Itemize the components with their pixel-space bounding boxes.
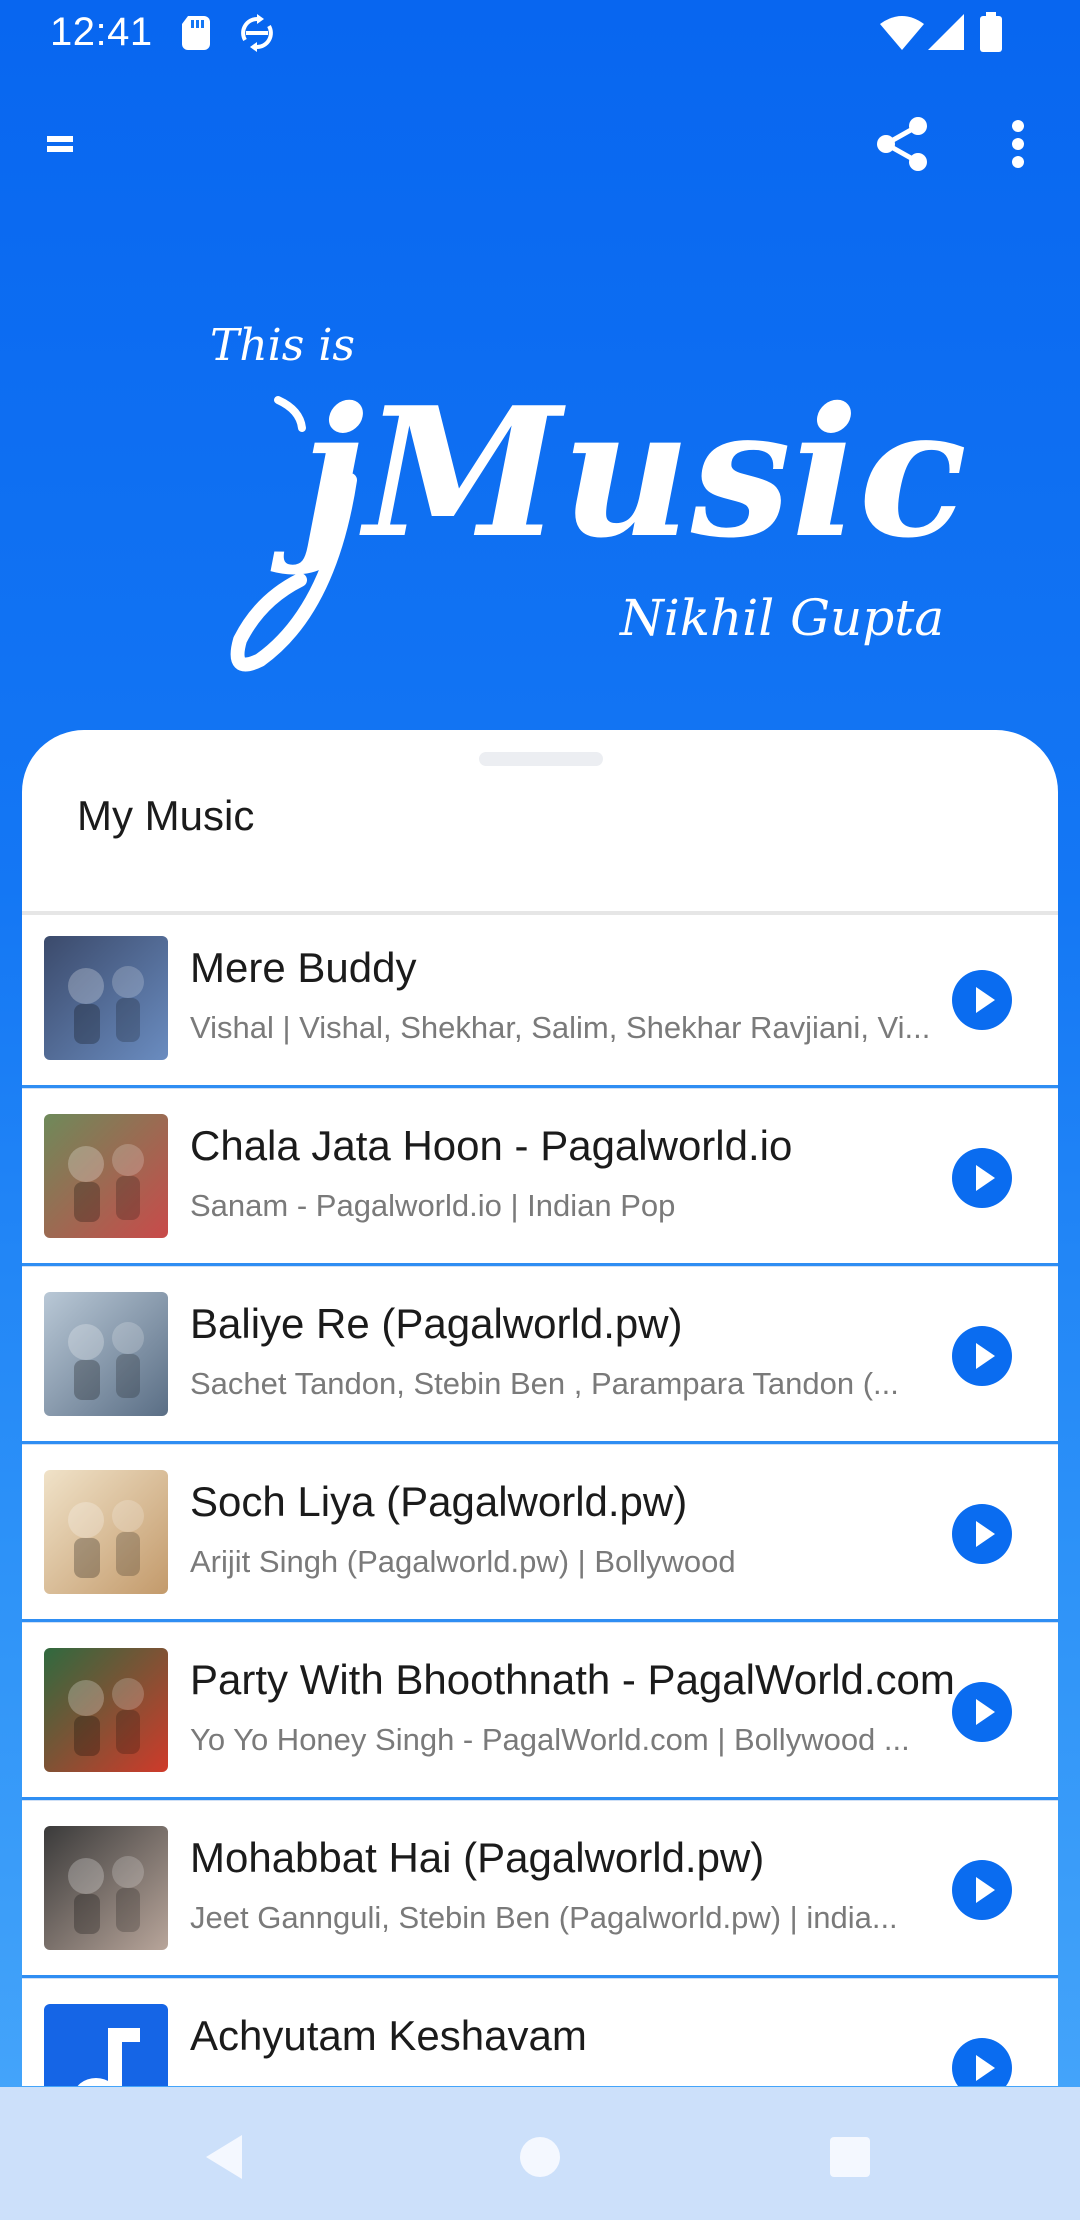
back-button[interactable] <box>186 2117 266 2197</box>
song-subtitle: Arijit Singh (Pagalworld.pw) | Bollywood <box>190 1544 736 1579</box>
play-icon <box>976 1343 995 1369</box>
song-row[interactable]: Achyutam Keshavam <box>22 1984 1058 2086</box>
song-row[interactable]: Baliye Re (Pagalworld.pw) Sachet Tandon,… <box>22 1272 1058 1444</box>
album-art <box>44 1470 168 1594</box>
more-vert-icon <box>1012 120 1024 168</box>
logo-signature: Nikhil Gupta <box>619 589 944 647</box>
song-title: Chala Jata Hoon - Pagalworld.io <box>190 1122 793 1169</box>
album-art <box>44 1114 168 1238</box>
song-row[interactable]: Mere Buddy Vishal | Vishal, Shekhar, Sal… <box>22 916 1058 1088</box>
song-subtitle: Yo Yo Honey Singh - PagalWorld.com | Bol… <box>190 1722 910 1757</box>
menu-icon <box>47 136 73 152</box>
play-button[interactable] <box>952 2038 1012 2086</box>
divider <box>22 911 1058 915</box>
song-row[interactable]: Soch Liya (Pagalworld.pw) Arijit Singh (… <box>22 1450 1058 1622</box>
play-button[interactable] <box>952 1504 1012 1564</box>
song-title: Achyutam Keshavam <box>190 2012 587 2059</box>
play-icon <box>976 2055 995 2081</box>
sheet-title: My Music <box>77 792 255 839</box>
back-icon <box>206 2135 242 2179</box>
song-subtitle: Jeet Gannguli, Stebin Ben (Pagalworld.pw… <box>190 1900 898 1935</box>
album-art <box>44 1292 168 1416</box>
status-time: 12:41 <box>50 10 153 54</box>
share-button[interactable] <box>852 94 952 194</box>
more-options-button[interactable] <box>968 94 1068 194</box>
toolbar <box>0 94 1080 194</box>
play-icon <box>976 987 995 1013</box>
recents-icon <box>830 2137 870 2177</box>
album-art-placeholder <box>44 2004 168 2086</box>
battery-icon <box>980 12 1002 52</box>
home-button[interactable] <box>500 2117 580 2197</box>
song-subtitle: Sanam - Pagalworld.io | Indian Pop <box>190 1188 676 1223</box>
play-icon <box>976 1699 995 1725</box>
recents-button[interactable] <box>810 2117 890 2197</box>
hero-logo: This is jMusic Nikhil Gupta <box>0 280 1080 700</box>
play-icon <box>976 1877 995 1903</box>
wifi-icon <box>880 16 924 50</box>
song-title: Mere Buddy <box>190 944 417 991</box>
song-title: Baliye Re (Pagalworld.pw) <box>190 1300 683 1347</box>
play-button[interactable] <box>952 1860 1012 1920</box>
song-subtitle: Vishal | Vishal, Shekhar, Salim, Shekhar… <box>190 1010 931 1045</box>
album-art <box>44 1826 168 1950</box>
my-music-sheet: My Music Mere Buddy Vishal | Vishal, She… <box>22 730 1058 2086</box>
sync-icon <box>241 14 273 52</box>
play-button[interactable] <box>952 970 1012 1030</box>
song-title: Soch Liya (Pagalworld.pw) <box>190 1478 688 1525</box>
menu-button[interactable] <box>10 94 110 194</box>
play-button[interactable] <box>952 1148 1012 1208</box>
play-icon <box>976 1165 995 1191</box>
home-icon <box>520 2137 560 2177</box>
album-art <box>44 936 168 1060</box>
song-list: Mere Buddy Vishal | Vishal, Shekhar, Sal… <box>22 916 1058 2086</box>
song-subtitle: Sachet Tandon, Stebin Ben , Parampara Ta… <box>190 1366 899 1401</box>
album-art <box>44 1648 168 1772</box>
song-title: Mohabbat Hai (Pagalworld.pw) <box>190 1834 765 1881</box>
logo-wordmark: jMusic <box>270 368 967 577</box>
cellular-signal-icon <box>928 14 964 50</box>
play-button[interactable] <box>952 1682 1012 1742</box>
navigation-bar <box>0 2087 1080 2220</box>
status-bar: 12:41 <box>0 0 1080 66</box>
song-row[interactable]: Chala Jata Hoon - Pagalworld.io Sanam - … <box>22 1094 1058 1266</box>
song-row[interactable]: Party With Bhoothnath - PagalWorld.com Y… <box>22 1628 1058 1800</box>
sd-card-icon <box>182 16 210 50</box>
play-button[interactable] <box>952 1326 1012 1386</box>
jmusic-logo: This is jMusic Nikhil Gupta <box>210 320 967 672</box>
logo-tagline: This is <box>210 320 355 371</box>
drag-handle[interactable] <box>479 752 603 766</box>
song-title: Party With Bhoothnath - PagalWorld.com <box>190 1656 955 1703</box>
share-icon <box>877 117 927 171</box>
play-icon <box>976 1521 995 1547</box>
song-row[interactable]: Mohabbat Hai (Pagalworld.pw) Jeet Ganngu… <box>22 1806 1058 1978</box>
